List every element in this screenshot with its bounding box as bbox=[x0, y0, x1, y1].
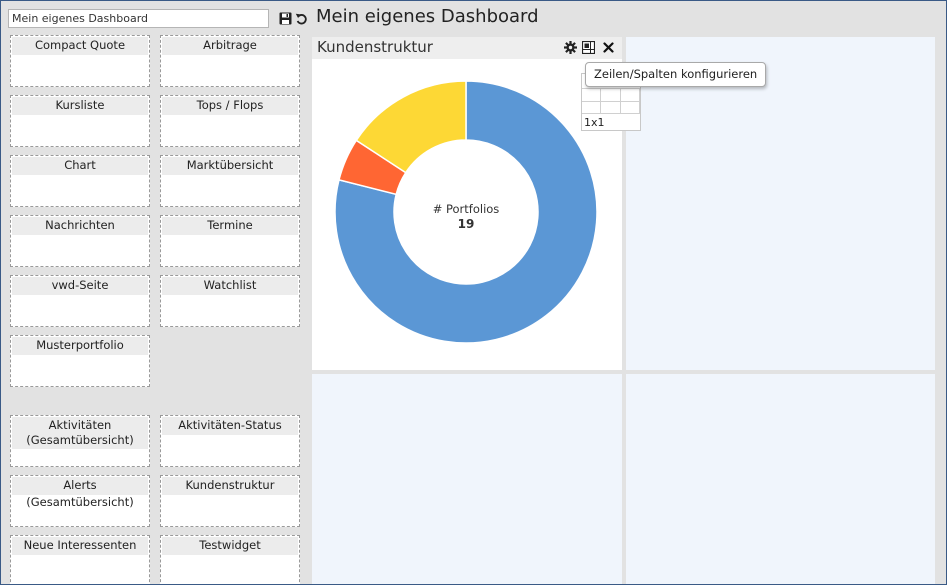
palette-tile-testwidget[interactable]: Testwidget bbox=[160, 535, 300, 584]
palette-tile-neue-interessenten[interactable]: Neue Interessenten bbox=[10, 535, 150, 584]
grid-cell[interactable] bbox=[312, 374, 622, 584]
palette-tile-aktivitaeten-status[interactable]: Aktivitäten-Status bbox=[160, 415, 300, 467]
widget-header[interactable]: Kundenstruktur bbox=[312, 37, 622, 59]
close-icon[interactable] bbox=[601, 40, 615, 54]
grid-right-gutter bbox=[938, 37, 946, 584]
widget-title: Kundenstruktur bbox=[317, 38, 433, 56]
size-picker-cell[interactable] bbox=[582, 101, 602, 114]
size-picker-cell[interactable] bbox=[620, 101, 640, 114]
tile-label: Marktübersicht bbox=[162, 157, 298, 175]
dashboard-editor: Mein eigenes Dashboard Compact Quote Arb… bbox=[0, 0, 947, 585]
tooltip: Zeilen/Spalten konfigurieren bbox=[585, 62, 767, 87]
dashboard-name-input[interactable] bbox=[8, 9, 269, 28]
size-picker-cell[interactable] bbox=[601, 89, 621, 102]
size-picker-label: 1x1 bbox=[584, 116, 605, 129]
widget-kundenstruktur: Kundenstruktur # Portfolios 19 bbox=[312, 37, 622, 370]
palette-tile-vwd-seite[interactable]: vwd-Seite bbox=[10, 275, 150, 327]
grid-config-icon[interactable] bbox=[581, 40, 595, 54]
tile-label: Chart bbox=[12, 157, 148, 175]
palette-tile-tops-flops[interactable]: Tops / Flops bbox=[160, 95, 300, 147]
tile-label: Kursliste bbox=[12, 97, 148, 115]
undo-icon[interactable] bbox=[293, 9, 309, 28]
palette-tile-kursliste[interactable]: Kursliste bbox=[10, 95, 150, 147]
palette-tile-arbitrage[interactable]: Arbitrage bbox=[160, 35, 300, 87]
tile-label: vwd-Seite bbox=[12, 277, 148, 295]
tile-label: Compact Quote bbox=[12, 37, 148, 55]
palette-tile-chart[interactable]: Chart bbox=[10, 155, 150, 207]
tile-label: Neue Interessenten bbox=[12, 537, 148, 555]
save-icon[interactable] bbox=[277, 9, 293, 28]
palette-tile-musterportfolio[interactable]: Musterportfolio bbox=[10, 335, 150, 387]
tile-label: Aktivitäten-Status bbox=[162, 417, 298, 435]
chart-center-value: 19 bbox=[458, 217, 475, 231]
tile-label: Testwidget bbox=[162, 537, 298, 555]
palette-tile-termine[interactable]: Termine bbox=[160, 215, 300, 267]
chart-center-label: # Portfolios bbox=[433, 202, 500, 216]
size-picker-cell[interactable] bbox=[601, 101, 621, 114]
tile-label: Termine bbox=[162, 217, 298, 235]
size-picker-cell[interactable] bbox=[620, 89, 640, 102]
palette-tile-nachrichten[interactable]: Nachrichten bbox=[10, 215, 150, 267]
palette-tile-alerts-gesamtuebersicht[interactable]: Alerts (Gesamtübersicht) bbox=[10, 475, 150, 527]
tile-label: Tops / Flops bbox=[162, 97, 298, 115]
tile-label: Arbitrage bbox=[162, 37, 298, 55]
tile-label: Watchlist bbox=[162, 277, 298, 295]
tile-label: Kundenstruktur bbox=[162, 477, 298, 495]
palette-tile-kundenstruktur[interactable]: Kundenstruktur bbox=[160, 475, 300, 527]
grid-cell[interactable] bbox=[626, 374, 935, 584]
tile-label: Alerts (Gesamtübersicht) bbox=[12, 477, 148, 509]
chart-area: # Portfolios 19 bbox=[312, 59, 622, 370]
palette-tile-aktivitaeten-gesamtuebersicht[interactable]: Aktivitäten (Gesamtübersicht) bbox=[10, 415, 150, 467]
palette-tile-compact-quote[interactable]: Compact Quote bbox=[10, 35, 150, 87]
tile-label: Musterportfolio bbox=[12, 337, 148, 355]
page-title: Mein eigenes Dashboard bbox=[316, 6, 539, 27]
gear-icon[interactable] bbox=[563, 40, 577, 54]
palette-tile-watchlist[interactable]: Watchlist bbox=[160, 275, 300, 327]
tile-label: Nachrichten bbox=[12, 217, 148, 235]
size-picker-grid bbox=[582, 88, 640, 114]
donut-chart: # Portfolios 19 bbox=[334, 80, 598, 344]
size-picker-cell[interactable] bbox=[582, 89, 602, 102]
tile-label: Aktivitäten (Gesamtübersicht) bbox=[12, 417, 148, 449]
palette-tile-marktuebersicht[interactable]: Marktübersicht bbox=[160, 155, 300, 207]
